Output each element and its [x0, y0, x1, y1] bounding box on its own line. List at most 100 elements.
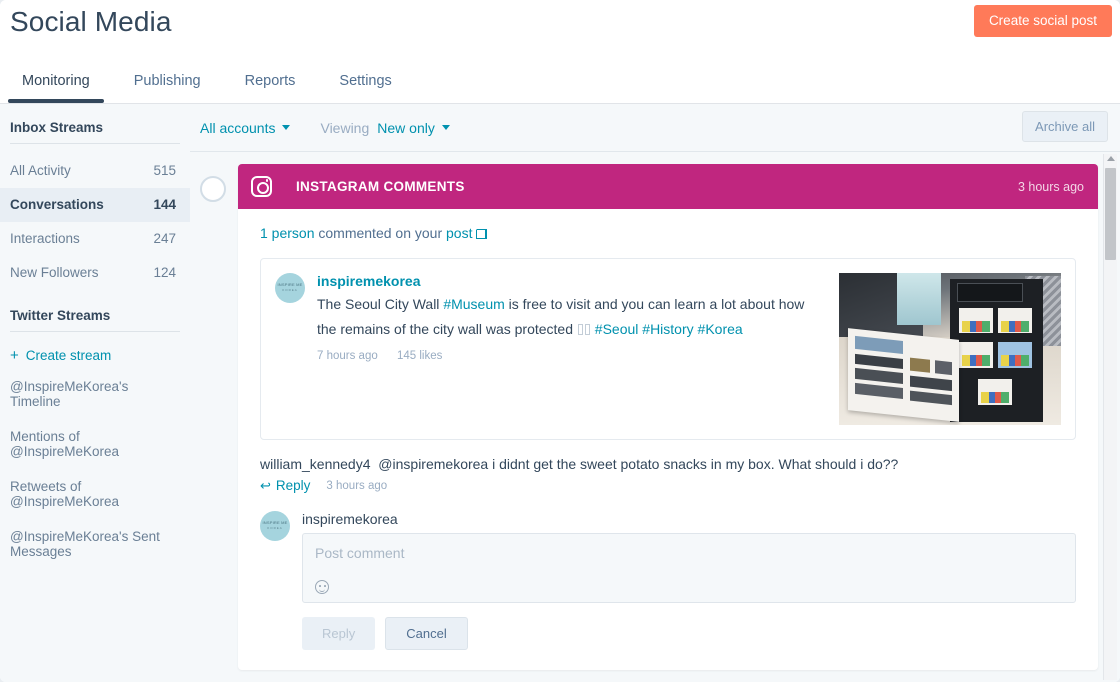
comment-username[interactable]: william_kennedy4	[260, 456, 371, 472]
reply-arrow-icon: ↩	[260, 479, 271, 492]
tab-publishing[interactable]: Publishing	[112, 73, 223, 103]
sidebar-item-label: Conversations	[10, 196, 104, 214]
comment-input-placeholder: Post comment	[315, 545, 1063, 561]
hashtag-museum[interactable]: #Museum	[443, 296, 504, 312]
external-link-icon[interactable]	[476, 229, 486, 239]
hashtag-seoul[interactable]: #Seoul	[595, 321, 639, 337]
instagram-icon	[251, 176, 272, 197]
photo-region-window	[897, 273, 941, 325]
create-social-post-button[interactable]: Create social post	[974, 5, 1112, 37]
sidebar-divider-2	[10, 331, 180, 332]
avatar: INSPIRE ME KOREA	[275, 273, 305, 303]
avatar-line-1: INSPIRE ME	[275, 282, 305, 287]
avatar-line-2: KOREA	[275, 288, 305, 292]
comment-composer: INSPIRE ME KOREA inspiremekorea Post com…	[260, 511, 1076, 650]
post-likes: 145 likes	[397, 350, 442, 362]
composer-main: inspiremekorea Post comment Reply Cancel	[302, 511, 1076, 650]
photo-brochure	[998, 308, 1032, 334]
avatar: INSPIRE ME KOREA	[260, 511, 290, 541]
sidebar-item-conversations[interactable]: Conversations 144	[0, 188, 190, 222]
original-post: INSPIRE ME KOREA inspiremekorea The Seou…	[260, 258, 1076, 440]
sidebar-item-timeline[interactable]: @InspireMeKorea's Timeline	[0, 369, 190, 419]
photo-region-stand	[950, 279, 1043, 422]
sidebar: Inbox Streams All Activity 515 Conversat…	[0, 104, 190, 682]
create-stream-button[interactable]: + Create stream	[0, 342, 190, 369]
social-media-app: Social Media Create social post Monitori…	[0, 0, 1120, 682]
post-text: The Seoul City Wall #Museum is free to v…	[317, 292, 817, 342]
comment-input[interactable]: Post comment	[302, 533, 1076, 603]
sidebar-item-interactions[interactable]: Interactions 247	[0, 222, 190, 256]
filter-bar: All accounts Viewing New only Archive al…	[190, 104, 1120, 152]
sidebar-divider-1	[10, 143, 180, 144]
chevron-down-icon	[442, 125, 450, 130]
vertical-scrollbar[interactable]	[1103, 154, 1117, 680]
photo-brochure	[959, 342, 993, 368]
summary-post-link[interactable]: post	[446, 225, 472, 241]
sidebar-item-sent-messages[interactable]: @InspireMeKorea's Sent Messages	[0, 519, 190, 569]
photo-brochure	[978, 379, 1012, 405]
viewing-label: Viewing	[320, 120, 369, 136]
main-panel: All accounts Viewing New only Archive al…	[190, 104, 1120, 682]
tab-settings[interactable]: Settings	[317, 73, 413, 103]
photo-brochure	[998, 342, 1032, 368]
emoji-icon[interactable]	[315, 580, 329, 594]
sidebar-item-count: 124	[153, 264, 176, 282]
comment-text: @inspiremekorea i didnt get the sweet po…	[378, 456, 898, 472]
chevron-down-icon	[282, 125, 290, 130]
avatar-line-1: INSPIRE ME	[260, 520, 290, 525]
photo-brochure	[959, 308, 993, 334]
cancel-reply-button[interactable]: Cancel	[385, 617, 467, 650]
sidebar-item-count: 515	[153, 162, 176, 180]
sidebar-item-count: 247	[153, 230, 176, 248]
plus-icon: +	[10, 349, 19, 362]
post-username[interactable]: inspiremekorea	[317, 273, 817, 289]
reply-link-label: Reply	[276, 478, 311, 493]
photo-stand-sign	[957, 283, 1022, 302]
missing-emoji-glyph	[585, 324, 590, 335]
card-summary: 1 person commented on your post	[260, 225, 1076, 241]
accounts-dropdown[interactable]: All accounts	[200, 120, 290, 136]
sidebar-spacer	[0, 290, 190, 308]
sidebar-item-label: New Followers	[10, 264, 99, 282]
avatar-line-2: KOREA	[260, 526, 290, 530]
sidebar-item-mentions[interactable]: Mentions of @InspireMeKorea	[0, 419, 190, 469]
post-meta: 7 hours ago 145 likes	[317, 350, 817, 362]
submit-reply-button[interactable]: Reply	[302, 617, 375, 650]
missing-emoji-glyph	[578, 324, 583, 335]
hashtag-history[interactable]: #History	[642, 321, 693, 337]
comment-timestamp: 3 hours ago	[326, 480, 387, 492]
comment-actions: ↩ Reply 3 hours ago	[260, 478, 1076, 493]
main-tabs: Monitoring Publishing Reports Settings	[0, 55, 414, 103]
post-photo[interactable]	[839, 273, 1061, 425]
card-header: INSTAGRAM COMMENTS 3 hours ago	[238, 164, 1098, 209]
sidebar-item-label: All Activity	[10, 162, 71, 180]
comment-line: william_kennedy4 @inspiremekorea i didnt…	[260, 456, 1076, 472]
sidebar-item-count: 144	[153, 196, 176, 214]
app-body: Inbox Streams All Activity 515 Conversat…	[0, 104, 1120, 682]
app-header: Social Media Create social post Monitori…	[0, 0, 1120, 104]
viewing-dropdown[interactable]: New only	[377, 120, 450, 136]
photo-leaflet	[848, 328, 959, 422]
sidebar-item-retweets[interactable]: Retweets of @InspireMeKorea	[0, 469, 190, 519]
reply-link[interactable]: ↩ Reply	[260, 478, 310, 493]
sidebar-item-all-activity[interactable]: All Activity 515	[0, 154, 190, 188]
page-title: Social Media	[10, 6, 172, 38]
unread-toggle-circle[interactable]	[200, 176, 226, 202]
post-content: inspiremekorea The Seoul City Wall #Muse…	[317, 273, 817, 425]
stream-scroll-area: INSTAGRAM COMMENTS 3 hours ago 1 person …	[190, 152, 1120, 682]
summary-person-link[interactable]: 1 person	[260, 225, 314, 241]
instagram-comments-card: INSTAGRAM COMMENTS 3 hours ago 1 person …	[238, 164, 1098, 670]
tab-monitoring[interactable]: Monitoring	[0, 73, 112, 103]
scrollbar-thumb[interactable]	[1105, 168, 1116, 260]
composer-username: inspiremekorea	[302, 511, 1076, 527]
create-stream-label: Create stream	[26, 348, 112, 363]
scroll-up-arrow-icon[interactable]	[1107, 156, 1115, 161]
hashtag-korea[interactable]: #Korea	[698, 321, 743, 337]
card-channel-title: INSTAGRAM COMMENTS	[296, 179, 465, 194]
twitter-streams-heading: Twitter Streams	[0, 308, 190, 331]
tab-reports[interactable]: Reports	[223, 73, 318, 103]
viewing-dropdown-value: New only	[377, 120, 435, 136]
post-text-part1: The Seoul City Wall	[317, 296, 443, 312]
sidebar-item-new-followers[interactable]: New Followers 124	[0, 256, 190, 290]
archive-all-button[interactable]: Archive all	[1022, 111, 1108, 142]
